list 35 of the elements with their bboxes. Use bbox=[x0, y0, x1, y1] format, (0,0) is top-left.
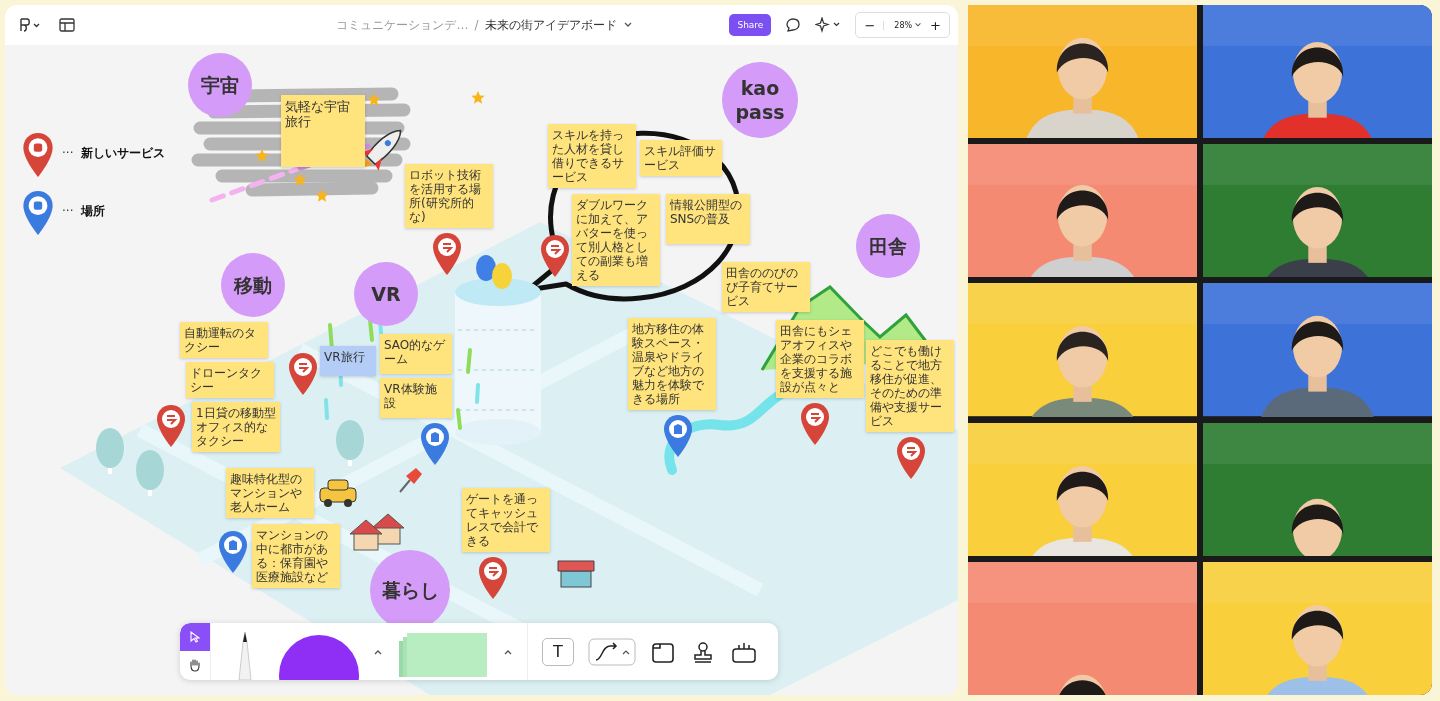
sticky-note[interactable]: 田舎にもシェアオフィスや企業のコラボを支援する施設が点々と bbox=[776, 320, 864, 398]
sticky-note[interactable]: 1日貸の移動型オフィス的なタクシー bbox=[192, 402, 280, 452]
sticky-note[interactable]: ダブルワークに加えて、アバターを使って別人格としての副業も増える bbox=[572, 194, 660, 286]
sticky-note[interactable]: ロボット技術を活用する場所(研究所的な) bbox=[405, 164, 493, 228]
sticky-note[interactable]: 自動運転のタクシー bbox=[180, 322, 268, 358]
sticky-note[interactable]: 田舎ののびのび子育てサービス bbox=[722, 262, 810, 312]
sticky-note[interactable]: 気軽な宇宙旅行 bbox=[281, 95, 365, 167]
board-title[interactable]: 未来の街アイデアボード bbox=[484, 16, 617, 34]
sticky-note[interactable]: スキル評価サービス bbox=[640, 140, 722, 176]
legend-label: 場所 bbox=[81, 202, 106, 220]
sticky-note[interactable]: どこでも働けることで地方移住が促進、そのための準備や支援サービス bbox=[866, 340, 954, 432]
topic-bubble: 田舎 bbox=[856, 214, 920, 278]
sticky-note[interactable]: VR体験施設 bbox=[380, 378, 452, 418]
topic-bubble: VR bbox=[354, 262, 418, 326]
legend-dots: ··· bbox=[62, 146, 74, 160]
sticky-note[interactable]: 地方移住の体験スペース・温泉やドライブなど地方の魅力を体験できる場所 bbox=[628, 318, 716, 410]
sticky-note[interactable]: SAO的なゲーム bbox=[380, 334, 452, 374]
legend-dots: ··· bbox=[62, 204, 74, 218]
sticky-note[interactable]: スキルを持った人材を貸し借りできるサービス bbox=[548, 124, 636, 188]
zoom-out-button[interactable]: − bbox=[856, 17, 884, 33]
sticky-note[interactable]: マンションの中に都市がある：保育園や医療施設など bbox=[252, 524, 340, 588]
sticky-note[interactable]: ゲートを通ってキャッシュレスで会計できる bbox=[462, 488, 550, 552]
sticky-note[interactable]: 趣味特化型のマンションや老人ホーム bbox=[226, 468, 314, 518]
zoom-level-dropdown[interactable]: 28% bbox=[883, 20, 915, 30]
topic-bubble: 宇宙 bbox=[188, 53, 252, 117]
share-button[interactable]: Share bbox=[729, 14, 772, 36]
text-tool-button[interactable]: T bbox=[542, 637, 574, 666]
topic-bubble: kao pass bbox=[722, 62, 798, 138]
breadcrumb-separator: / bbox=[474, 18, 479, 32]
topic-bubble: 移動 bbox=[221, 253, 285, 317]
sticky-note[interactable]: ドローンタクシー bbox=[186, 362, 274, 398]
legend-label: 新しいサービス bbox=[81, 144, 166, 162]
sticky-note[interactable]: VR旅行 bbox=[320, 346, 376, 376]
zoom-in-button[interactable]: + bbox=[922, 17, 949, 33]
sticky-note[interactable]: 情報公開型のSNSの普及 bbox=[666, 194, 750, 244]
